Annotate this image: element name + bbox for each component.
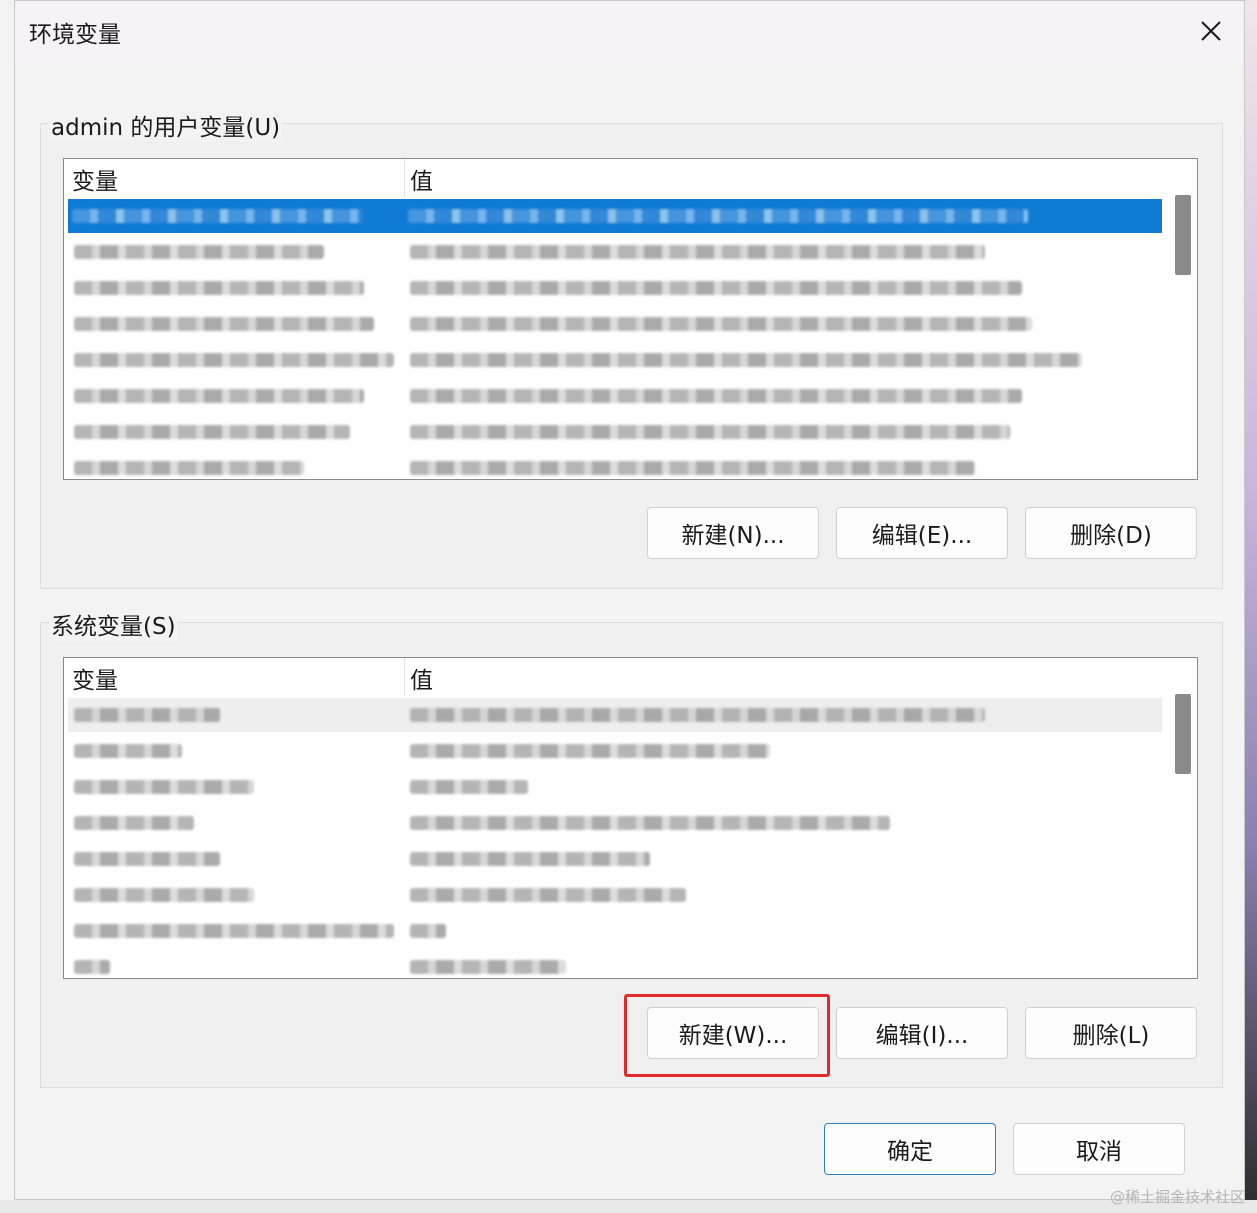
ok-button[interactable]: 确定 [824,1123,996,1175]
system-variables-label: 系统变量(S) [49,607,178,641]
list-item[interactable] [68,379,1162,413]
user-edit-button[interactable]: 编辑(E)... [836,507,1008,559]
scrollbar-thumb[interactable] [1175,694,1191,774]
vertical-scrollbar[interactable] [1169,189,1191,469]
user-variables-label: admin 的用户变量(U) [49,108,283,142]
column-header-variable[interactable]: 变量 [72,660,118,696]
vertical-scrollbar[interactable] [1169,688,1191,968]
close-button[interactable] [1188,9,1234,53]
user-new-button[interactable]: 新建(N)... [647,507,819,559]
title-bar: 环境变量 [15,1,1244,61]
background-bottom [0,1200,1257,1213]
system-variables-group: 系统变量(S) 变量 值 新建(W)... 编辑(I)... 删除(L) [40,607,1223,1088]
column-header-variable[interactable]: 变量 [72,161,118,197]
system-variables-list[interactable]: 变量 值 [63,657,1198,979]
environment-variables-dialog: 环境变量 admin 的用户变量(U) 变量 值 新建(N)... 编辑(E).… [14,0,1245,1200]
list-item[interactable] [68,235,1162,269]
list-item-selected[interactable] [68,199,1162,233]
system-edit-button[interactable]: 编辑(I)... [836,1007,1008,1059]
system-new-button[interactable]: 新建(W)... [647,1007,819,1059]
list-item[interactable] [68,271,1162,305]
list-item[interactable] [68,698,1162,732]
scrollbar-thumb[interactable] [1175,195,1191,275]
list-item[interactable] [68,415,1162,449]
list-item[interactable] [68,842,1162,876]
dialog-title: 环境变量 [29,22,121,48]
list-item[interactable] [68,770,1162,804]
list-item[interactable] [68,451,1162,479]
system-delete-button[interactable]: 删除(L) [1025,1007,1197,1059]
background-right [1243,0,1257,1213]
list-item[interactable] [68,806,1162,840]
list-item[interactable] [68,950,1162,978]
list-item[interactable] [68,734,1162,768]
user-delete-button[interactable]: 删除(D) [1025,507,1197,559]
column-header-value[interactable]: 值 [410,161,433,197]
background-left [0,0,14,1213]
list-item[interactable] [68,307,1162,341]
list-item[interactable] [68,914,1162,948]
close-icon [1201,21,1221,41]
list-item[interactable] [68,878,1162,912]
list-item[interactable] [68,343,1162,377]
watermark: @稀土掘金技术社区 [1109,1188,1245,1206]
user-variables-list[interactable]: 变量 值 [63,158,1198,480]
column-separator [404,159,405,197]
user-variables-group: admin 的用户变量(U) 变量 值 新建(N)... 编辑(E)... 删除… [40,108,1223,589]
column-header-value[interactable]: 值 [410,660,433,696]
cancel-button[interactable]: 取消 [1013,1123,1185,1175]
column-separator [404,658,405,696]
